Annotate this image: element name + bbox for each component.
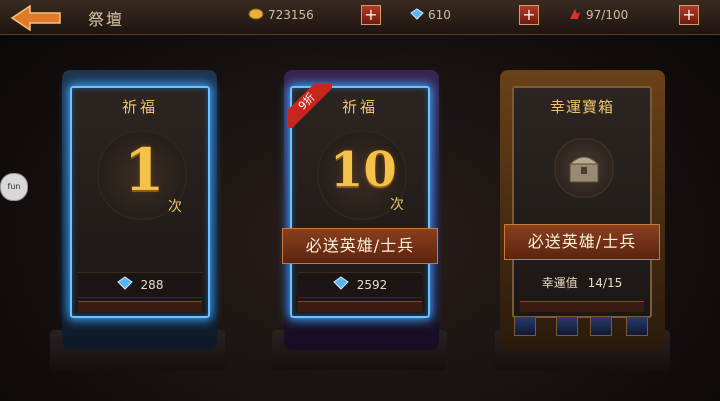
luck-value: 14/15	[587, 276, 623, 290]
draw-unit: 次	[168, 199, 182, 215]
lucky-chest-card[interactable]: 幸運寶箱 必送英雄/士兵 幸運值 14/15	[504, 86, 660, 318]
draw-unit: 次	[390, 197, 404, 213]
side-fun-widget[interactable]: fun	[0, 173, 28, 201]
back-arrow-icon[interactable]	[6, 2, 66, 34]
hero-portrait	[590, 316, 612, 336]
top-bar: 祭壇 723156 + 610 + 97/100 +	[0, 0, 720, 35]
draw-count: 1	[124, 136, 165, 204]
card-title: 幸運寶箱	[549, 98, 614, 116]
single-pray-card[interactable]: 祈福 1 次 288	[70, 86, 210, 318]
add-gold-button[interactable]: +	[361, 5, 381, 25]
gold-coin-icon	[248, 8, 264, 23]
gem-icon	[116, 274, 133, 298]
cost-bar: 288	[78, 272, 202, 298]
gem-value: 610	[428, 8, 451, 22]
hero-portrait	[556, 316, 578, 336]
cost-value: 2592	[356, 278, 388, 292]
discount-label: 9折	[288, 84, 332, 128]
page-title: 祭壇	[88, 10, 125, 29]
stamina-counter: 97/100	[568, 8, 628, 23]
gold-counter: 723156	[248, 8, 314, 23]
hero-portrait	[626, 316, 648, 336]
gem-counter: 610	[410, 8, 451, 23]
luck-meter: 幸運值 14/15	[514, 274, 650, 291]
draw-count: 10	[330, 142, 397, 198]
card-footer	[298, 301, 422, 312]
treasure-chest-icon	[554, 138, 614, 198]
gold-value: 723156	[268, 8, 314, 22]
ten-pray-card[interactable]: 祈福 9折 10 次 必送英雄/士兵 2592	[282, 84, 438, 318]
card-title: 祈福	[121, 98, 158, 116]
discount-ribbon: 9折	[288, 84, 332, 128]
cost-value: 288	[140, 278, 164, 292]
stamina-value: 97/100	[586, 8, 629, 22]
stamina-icon	[568, 8, 582, 23]
luck-label: 幸運值	[541, 276, 578, 290]
cost-bar: 2592	[298, 272, 422, 298]
guarantee-banner: 必送英雄/士兵	[504, 224, 660, 260]
guarantee-banner: 必送英雄/士兵	[282, 228, 438, 264]
add-gems-button[interactable]: +	[519, 5, 539, 25]
add-stamina-button[interactable]: +	[679, 5, 699, 25]
card-footer	[78, 301, 202, 312]
hero-portrait	[514, 316, 536, 336]
gem-icon	[410, 8, 424, 23]
gem-icon	[332, 274, 349, 298]
card-footer	[520, 301, 644, 312]
